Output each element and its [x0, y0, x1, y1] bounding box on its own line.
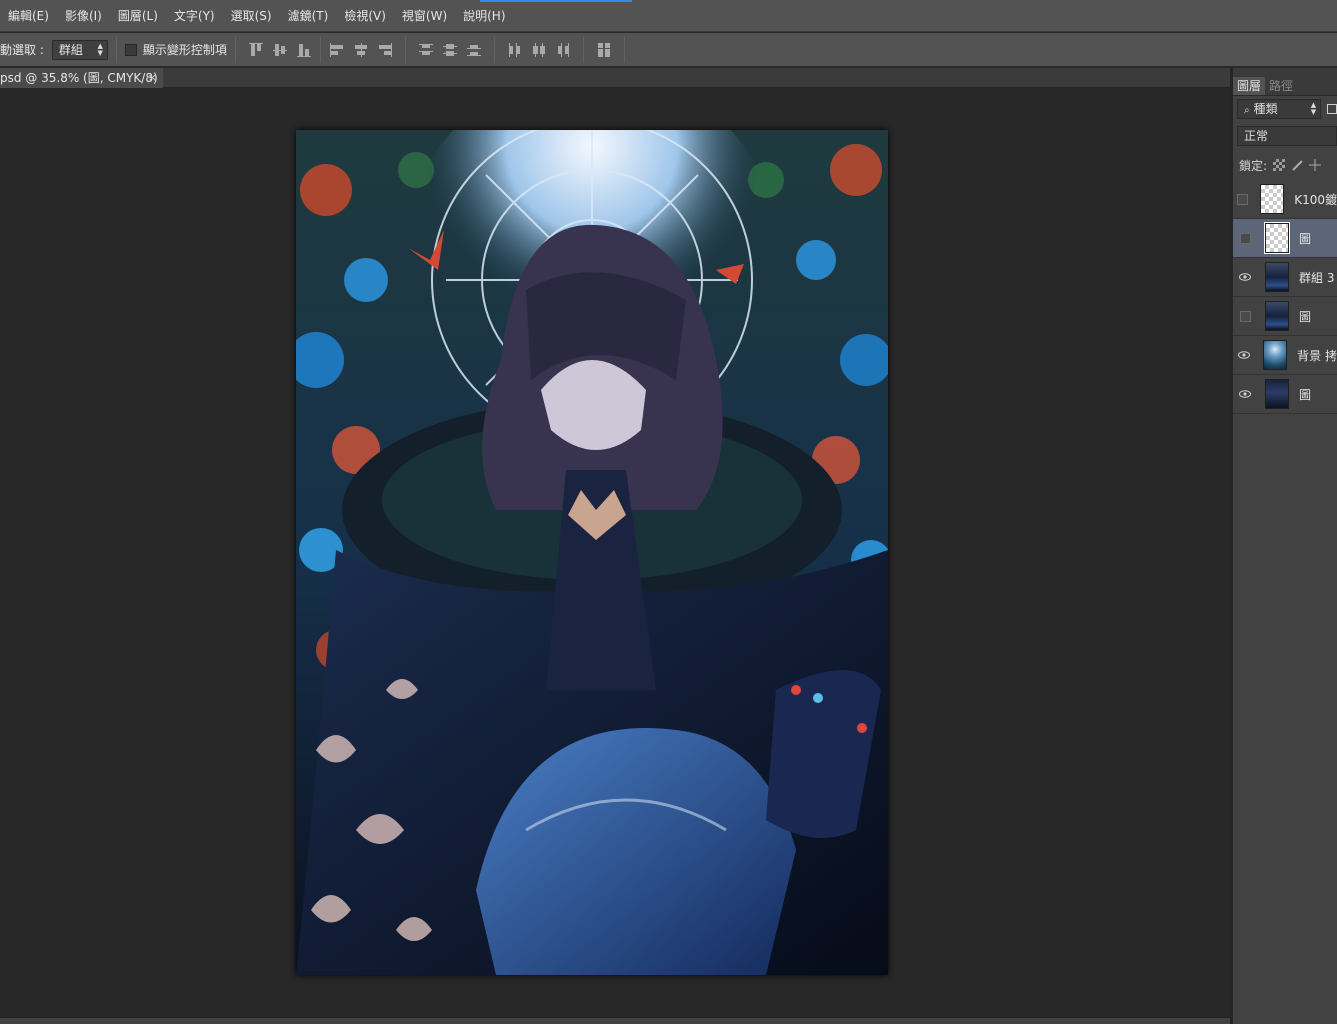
tab-paths[interactable]: 路徑: [1265, 77, 1297, 95]
toolbar-separator: [234, 36, 236, 63]
image-filter-icon[interactable]: [1327, 104, 1337, 114]
lock-paint-brush-icon[interactable]: [1291, 159, 1303, 171]
auto-select-value: 群組: [58, 42, 83, 57]
show-transform-checkbox[interactable]: [124, 43, 137, 56]
layers-panel: 圖層 路徑 ⌕ 種類 ▲ ▼ 正常 鎖定: K100鍍圖群組 3 圖背景 拷圖: [1233, 68, 1337, 1024]
layer-visibility-toggle[interactable]: [1233, 258, 1257, 297]
toolbar-separator: [319, 36, 321, 63]
updown-arrows-icon: ▲ ▼: [97, 41, 103, 57]
close-icon[interactable]: ×: [148, 68, 157, 88]
align-left-edges-icon[interactable]: [328, 41, 346, 59]
align-right-edges-icon[interactable]: [376, 41, 394, 59]
lock-transparency-icon[interactable]: [1273, 159, 1286, 171]
document-tab-title: psd @ 35.8% (圖, CMYK/8): [0, 71, 158, 85]
layer-filter-dropdown[interactable]: ⌕ 種類 ▲ ▼: [1237, 99, 1322, 119]
show-transform-label: 顯示變形控制項: [142, 43, 227, 57]
menu-image[interactable]: 影像(I): [57, 0, 110, 32]
menu-bar: 編輯(E) 影像(I) 圖層(L) 文字(Y) 選取(S) 濾鏡(T) 檢視(V…: [0, 0, 1337, 32]
menu-layer[interactable]: 圖層(L): [110, 0, 166, 32]
hidden-visibility-box: [1239, 232, 1251, 244]
align-bottom-edges-icon[interactable]: [295, 41, 313, 59]
layer-row[interactable]: 圖: [1233, 297, 1337, 336]
layer-name: 圖: [1299, 231, 1312, 246]
layer-row[interactable]: 背景 拷: [1233, 336, 1337, 375]
toolbar-separator: [493, 36, 495, 63]
layer-name: K100鍍: [1294, 192, 1337, 207]
updown-arrows-icon: ▲ ▼: [1310, 101, 1317, 116]
options-bar: 動選取 : 群組 ▲ ▼ 顯示變形控制項: [0, 33, 1337, 67]
menu-help[interactable]: 說明(H): [455, 0, 513, 32]
artwork-canvas[interactable]: [296, 130, 888, 975]
document-tab-strip: psd @ 35.8% (圖, CMYK/8) ×: [0, 68, 1230, 88]
eye-icon: [1239, 273, 1251, 281]
hidden-visibility-box: [1239, 310, 1251, 322]
eye-icon: [1239, 390, 1251, 398]
layer-row[interactable]: 群組 3: [1233, 258, 1337, 297]
menu-select[interactable]: 選取(S): [223, 0, 280, 32]
auto-select-dropdown[interactable]: 群組 ▲ ▼: [51, 39, 108, 60]
align-horizontal-centers-icon[interactable]: [352, 41, 370, 59]
layer-row[interactable]: 圖: [1233, 375, 1337, 414]
layer-visibility-toggle[interactable]: [1233, 180, 1252, 219]
toolbar-separator: [582, 36, 584, 63]
layer-name: 圖: [1299, 309, 1312, 324]
panel-tabs: 圖層 路徑: [1233, 68, 1337, 96]
layer-thumbnail[interactable]: [1263, 340, 1288, 370]
menu-window[interactable]: 視窗(W): [394, 0, 455, 32]
layers-list: K100鍍圖群組 3 圖背景 拷圖: [1233, 180, 1337, 414]
distribute-top-icon[interactable]: [417, 41, 435, 59]
document-tab[interactable]: psd @ 35.8% (圖, CMYK/8) ×: [0, 68, 163, 88]
menu-view[interactable]: 檢視(V): [336, 0, 394, 32]
status-bar: [0, 1017, 1230, 1024]
align-top-edges-icon[interactable]: [247, 41, 265, 59]
layer-visibility-toggle[interactable]: [1233, 336, 1255, 375]
distribute-vertical-centers-icon[interactable]: [441, 41, 459, 59]
layer-thumbnail[interactable]: [1264, 222, 1290, 254]
distribute-right-icon[interactable]: [554, 41, 572, 59]
layer-thumbnail[interactable]: [1265, 262, 1289, 292]
tab-layers[interactable]: 圖層: [1233, 77, 1266, 95]
lock-label: 鎖定:: [1239, 158, 1268, 173]
align-vertical-centers-icon[interactable]: [271, 41, 289, 59]
blend-mode-value: 正常: [1244, 129, 1269, 143]
active-window-indicator: [480, 0, 632, 2]
layer-name: 群組 3: [1299, 270, 1335, 285]
layer-thumbnail[interactable]: [1260, 184, 1285, 214]
blend-mode-dropdown[interactable]: 正常: [1237, 126, 1337, 146]
layer-visibility-toggle[interactable]: [1233, 297, 1257, 336]
hidden-visibility-box: [1237, 193, 1249, 205]
distribute-left-icon[interactable]: [506, 41, 524, 59]
layer-visibility-toggle[interactable]: [1233, 219, 1257, 258]
layer-name: 背景 拷: [1297, 348, 1337, 363]
distribute-horizontal-centers-icon[interactable]: [530, 41, 548, 59]
toolbar-separator: [115, 36, 117, 63]
eye-icon: [1238, 351, 1251, 359]
layer-thumbnail[interactable]: [1265, 301, 1289, 331]
menu-filter[interactable]: 濾鏡(T): [280, 0, 337, 32]
layer-row[interactable]: K100鍍: [1233, 180, 1337, 219]
search-icon: ⌕: [1244, 105, 1250, 116]
auto-select-label: 動選取 :: [0, 43, 44, 57]
layer-visibility-toggle[interactable]: [1233, 375, 1257, 414]
layer-thumbnail[interactable]: [1265, 379, 1289, 409]
auto-align-layers-icon[interactable]: [595, 41, 613, 59]
menu-edit[interactable]: 編輯(E): [0, 0, 57, 32]
toolbar-separator: [623, 36, 625, 63]
layer-row[interactable]: 圖: [1233, 219, 1337, 258]
lock-position-move-icon[interactable]: [1309, 159, 1322, 171]
canvas-area[interactable]: [0, 89, 1230, 1017]
layer-filter-label: 種類: [1253, 102, 1278, 116]
artwork-illustration: [296, 130, 888, 975]
toolbar-separator: [404, 36, 406, 63]
distribute-bottom-icon[interactable]: [465, 41, 483, 59]
menu-type[interactable]: 文字(Y): [166, 0, 223, 32]
layer-name: 圖: [1299, 387, 1312, 402]
